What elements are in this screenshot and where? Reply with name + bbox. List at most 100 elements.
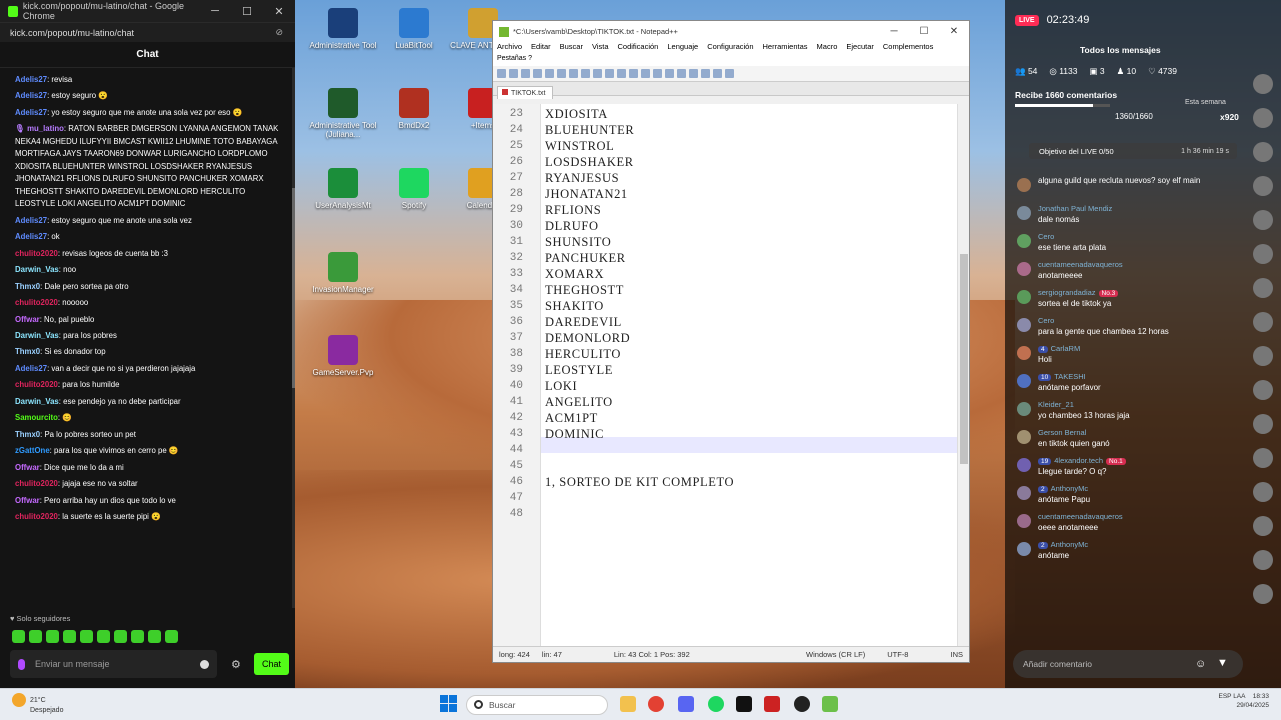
menu-item[interactable]: Archivo [497, 42, 522, 55]
menu-item[interactable]: Vista [592, 42, 609, 55]
tab-tiktok[interactable]: TIKTOK.txt [497, 86, 553, 99]
live-comment-user[interactable]: 19 4lexandor.tech No.1 [1038, 456, 1255, 465]
live-comment-user[interactable]: Cero [1038, 232, 1255, 241]
vertical-scrollbar[interactable] [957, 104, 969, 647]
chat-username[interactable]: chulito2020 [15, 249, 58, 258]
notepad-taskbar-icon[interactable] [822, 696, 838, 712]
avatar[interactable] [1253, 312, 1273, 332]
maximize-button[interactable]: ☐ [909, 26, 939, 37]
print-icon[interactable] [557, 69, 566, 78]
desktop-icon[interactable]: UserAnalysisMt [307, 168, 379, 210]
chrome-icon[interactable] [648, 696, 664, 712]
redo-icon[interactable] [617, 69, 626, 78]
play-icon[interactable] [725, 69, 734, 78]
emote-icon[interactable] [80, 630, 93, 643]
menu-item[interactable]: Ejecutar [846, 42, 874, 55]
editor-line[interactable]: XOMARX [541, 266, 969, 282]
emote-icon[interactable] [46, 630, 59, 643]
avatar[interactable] [1253, 346, 1273, 366]
avatar[interactable] [1017, 402, 1031, 416]
avatar[interactable] [1253, 448, 1273, 468]
live-comment-user[interactable]: Kleider_21 [1038, 400, 1255, 409]
editor-line[interactable]: XDIOSITA [541, 106, 969, 122]
send-chat-button[interactable]: Chat [254, 653, 289, 675]
menu-item[interactable]: Codificación [618, 42, 659, 55]
desktop-icon[interactable]: Spotify [378, 168, 450, 210]
save-all-icon[interactable] [533, 69, 542, 78]
app-icon[interactable] [764, 696, 780, 712]
avatar[interactable] [1017, 542, 1031, 556]
chat-username[interactable]: Darwin_Vas [15, 265, 59, 274]
menu-item[interactable]: Complementos [883, 42, 933, 55]
undo-icon[interactable] [605, 69, 614, 78]
avatar[interactable] [1017, 262, 1031, 276]
messages-filter[interactable]: Todos los mensajes [1080, 45, 1161, 55]
indent-icon[interactable] [701, 69, 710, 78]
menu-item[interactable]: Editar [531, 42, 551, 55]
windows-start-icon[interactable] [440, 695, 458, 713]
chat-username[interactable]: chulito2020 [15, 298, 58, 307]
chat-username[interactable]: 🎙 mu_latino [15, 124, 64, 133]
clock-date[interactable]: 29/04/2025 [1236, 702, 1269, 709]
chat-username[interactable]: Thmx0 [15, 430, 40, 439]
avatar[interactable] [1253, 516, 1273, 536]
desktop-icon[interactable]: InvasionManager [307, 252, 379, 294]
editor-line[interactable]: WINSTROL [541, 138, 969, 154]
editor-line[interactable]: DOMINIC [541, 426, 969, 442]
desktop-icon[interactable]: GameServer.Pvp [307, 335, 379, 377]
new-file-icon[interactable] [497, 69, 506, 78]
obs-icon[interactable] [794, 696, 810, 712]
emote-icon[interactable] [131, 630, 144, 643]
avatar[interactable] [1017, 234, 1031, 248]
open-file-icon[interactable] [509, 69, 518, 78]
macro-icon[interactable] [713, 69, 722, 78]
chat-username[interactable]: Adelis27 [15, 216, 47, 225]
avatar[interactable] [1017, 346, 1031, 360]
chat-username[interactable]: Adelis27 [15, 232, 47, 241]
avatar[interactable] [1253, 482, 1273, 502]
editor-line[interactable]: PANCHUKER [541, 250, 969, 266]
chat-username[interactable]: Thmx0 [15, 282, 40, 291]
live-comment-user[interactable]: Gerson Bernal [1038, 428, 1255, 437]
editor-line[interactable]: DEMONLORD [541, 330, 969, 346]
minimize-button[interactable]: ─ [199, 5, 231, 18]
save-icon[interactable] [521, 69, 530, 78]
chat-username[interactable]: Samourcito [15, 413, 58, 422]
avatar[interactable] [1017, 318, 1031, 332]
zoom-in-icon[interactable] [653, 69, 662, 78]
maximize-button[interactable]: ☐ [231, 5, 263, 18]
editor-line[interactable]: SHUNSITO [541, 234, 969, 250]
desktop-icon[interactable]: BmdDx2 [378, 88, 450, 130]
chat-username[interactable]: Offwar [15, 463, 40, 472]
spotify-icon[interactable] [708, 696, 724, 712]
chat-username[interactable]: Darwin_Vas [15, 331, 59, 340]
editor-line[interactable]: HERCULITO [541, 346, 969, 362]
chat-username[interactable]: Offwar [15, 315, 40, 324]
chat-username[interactable]: Adelis27 [15, 108, 47, 117]
live-comment-user[interactable]: 2 AnthonyMc [1038, 540, 1255, 549]
wrap-icon[interactable] [689, 69, 698, 78]
minimize-button[interactable]: ─ [879, 26, 909, 37]
editor-line[interactable]: DAREDEVIL [541, 314, 969, 330]
tiktok-icon[interactable] [736, 696, 752, 712]
editor-line[interactable]: LOKI [541, 378, 969, 394]
paste-icon[interactable] [593, 69, 602, 78]
avatar[interactable] [1253, 210, 1273, 230]
emote-icon[interactable] [63, 630, 76, 643]
message-input[interactable]: Enviar un mensaje [10, 650, 217, 678]
copy-icon[interactable] [581, 69, 590, 78]
chat-username[interactable]: Adelis27 [15, 75, 47, 84]
avatar[interactable] [1017, 430, 1031, 444]
avatar[interactable] [1253, 550, 1273, 570]
clock-time[interactable]: 18:33 [1253, 693, 1269, 700]
chat-scrollbar[interactable] [292, 68, 295, 608]
menu-item[interactable]: Lenguaje [667, 42, 698, 55]
chat-username[interactable]: Darwin_Vas [15, 397, 59, 406]
editor-line[interactable]: RFLIONS [541, 202, 969, 218]
avatar[interactable] [1017, 206, 1031, 220]
chat-username[interactable]: chulito2020 [15, 512, 58, 521]
chat-username[interactable]: chulito2020 [15, 479, 58, 488]
live-comment-user[interactable]: 2 AnthonyMc [1038, 484, 1255, 493]
live-comment-user[interactable]: cuentameenadavaqueros [1038, 260, 1255, 269]
avatar[interactable] [1253, 278, 1273, 298]
